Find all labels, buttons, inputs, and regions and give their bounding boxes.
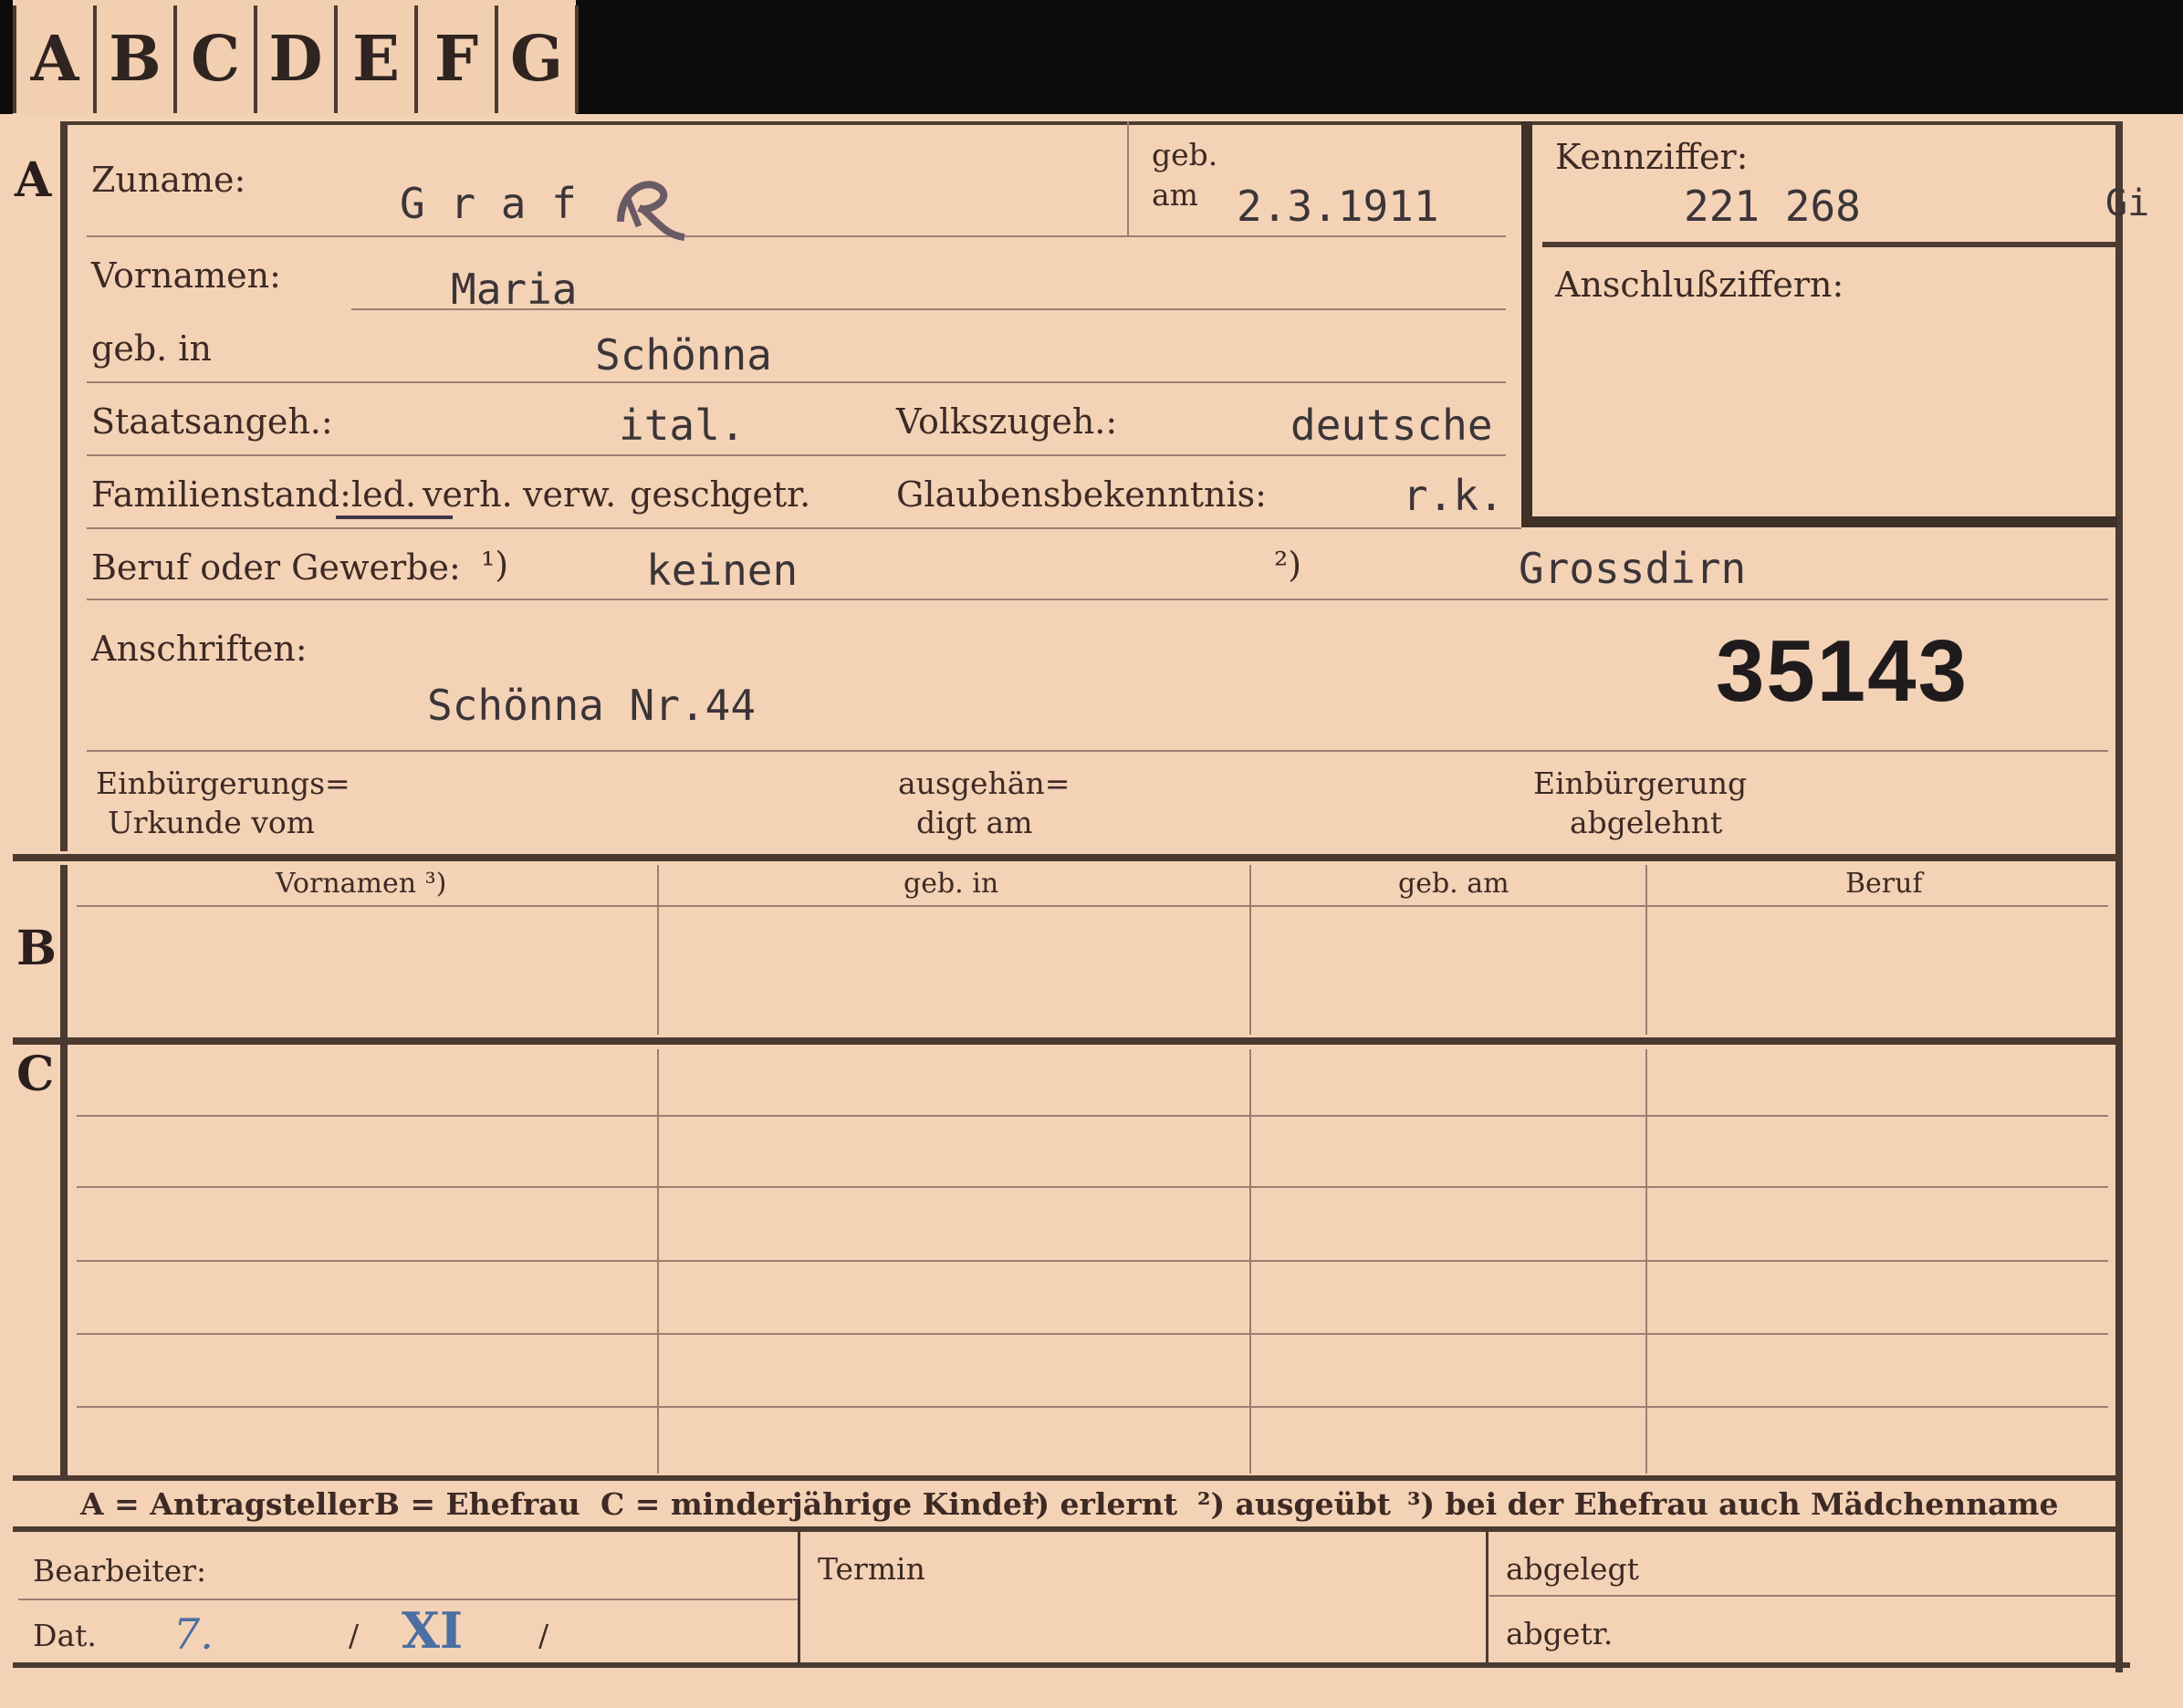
section-a-bottom bbox=[13, 854, 2121, 861]
col-line bbox=[1645, 865, 1647, 1035]
col-header-profession: Beruf bbox=[1845, 868, 1923, 900]
tab-e[interactable]: E bbox=[334, 5, 414, 113]
legend-applicant: A = Antragsteller bbox=[80, 1486, 374, 1522]
date-month: XI bbox=[402, 1601, 464, 1660]
col-line bbox=[1249, 865, 1251, 1035]
ethnicity-label: Volkszugeh.: bbox=[896, 401, 1118, 442]
col-header-firstnames: Vornamen ³) bbox=[276, 868, 447, 900]
footer-row-line bbox=[18, 1599, 798, 1600]
card-bottom bbox=[13, 1662, 2130, 1668]
case-number: 35143 bbox=[1716, 622, 1969, 720]
tab-d[interactable]: D bbox=[254, 5, 334, 113]
date-separator-2: / bbox=[538, 1618, 549, 1653]
address-label: Anschriften: bbox=[91, 629, 308, 669]
naturalization-denied-label-1: Einbürgerung bbox=[1533, 765, 1748, 801]
tab-c[interactable]: C bbox=[173, 5, 254, 113]
row-line bbox=[77, 1115, 2108, 1117]
section-c-letter: C bbox=[16, 1047, 55, 1102]
row-line bbox=[77, 1260, 2108, 1262]
row-line bbox=[77, 1333, 2108, 1335]
job-label: Beruf oder Gewerbe: bbox=[91, 547, 461, 588]
marital-label: Familienstand: bbox=[91, 474, 351, 515]
job-practised-value: Grossdirn bbox=[1519, 544, 1747, 593]
left-border-a bbox=[60, 121, 68, 851]
row-line bbox=[87, 454, 1506, 456]
religion-label: Glaubensbekenntnis: bbox=[896, 474, 1267, 515]
born-label-1: geb. bbox=[1152, 137, 1218, 172]
legend-children: C = minderjährige Kinder bbox=[601, 1486, 1039, 1522]
tab-b[interactable]: B bbox=[93, 5, 173, 113]
col-header-birthdate: geb. am bbox=[1398, 868, 1509, 900]
legend-wife: B = Ehefrau bbox=[374, 1486, 580, 1522]
row-line bbox=[87, 381, 1506, 383]
legend-practised: ²) ausgeübt bbox=[1197, 1486, 1391, 1522]
birthplace-label: geb. in bbox=[91, 328, 212, 369]
row-line bbox=[87, 235, 1506, 237]
firstname-label: Vornamen: bbox=[91, 255, 281, 296]
marital-selected-underline bbox=[336, 516, 453, 519]
section-a-letter: A bbox=[15, 152, 52, 208]
row-line bbox=[77, 1186, 2108, 1188]
footer-row-line bbox=[1489, 1595, 2115, 1597]
marital-option-led: led. bbox=[351, 474, 417, 515]
row-line bbox=[87, 750, 2108, 752]
job-learned-value: keinen bbox=[646, 546, 799, 595]
section-c-bottom bbox=[13, 1475, 2121, 1481]
firstname-value: Maria bbox=[451, 265, 578, 314]
handed-label-2: digt am bbox=[916, 805, 1033, 840]
reference-label: Kennziffer: bbox=[1555, 137, 1749, 177]
filed-label: abgelegt bbox=[1506, 1551, 1639, 1587]
deadline-label: Termin bbox=[818, 1551, 925, 1587]
citizenship-value: ital. bbox=[619, 401, 746, 450]
row-line bbox=[87, 527, 1521, 529]
birth-date-value: 2.3.1911 bbox=[1237, 182, 1439, 231]
birthplace-value: Schönna bbox=[595, 330, 772, 380]
row-line bbox=[77, 1406, 2108, 1408]
processor-label: Bearbeiter: bbox=[33, 1553, 207, 1588]
col-header-birthplace: geb. in bbox=[903, 868, 999, 900]
header-line bbox=[77, 905, 2108, 907]
tab-a[interactable]: A bbox=[13, 5, 93, 113]
reference-value: 221 268 bbox=[1684, 182, 1861, 231]
date-day: 7. bbox=[173, 1609, 214, 1659]
date-separator-1: / bbox=[349, 1618, 360, 1653]
handwritten-mark bbox=[617, 181, 685, 241]
footnote-2: ²) bbox=[1274, 545, 1302, 585]
marital-option-getr: getr. bbox=[730, 474, 811, 515]
address-value: Schönna Nr.44 bbox=[427, 681, 757, 730]
naturalization-cert-label-1: Einbürgerungs= bbox=[96, 765, 350, 801]
religion-value: r.k. bbox=[1403, 471, 1504, 520]
index-tabs: A B C D E F G bbox=[13, 0, 579, 115]
row-line bbox=[87, 599, 2108, 600]
surname-label: Zuname: bbox=[91, 160, 246, 200]
section-b-letter: B bbox=[16, 921, 57, 976]
surname-value: G r a f bbox=[400, 179, 577, 228]
naturalization-denied-label-2: abgelehnt bbox=[1570, 805, 1723, 840]
born-label-2: am bbox=[1152, 177, 1198, 213]
citizenship-label: Staatsangeh.: bbox=[91, 401, 333, 442]
legend-bottom bbox=[13, 1526, 2121, 1532]
birth-date-divider bbox=[1127, 121, 1129, 235]
reference-divider bbox=[1542, 242, 2115, 247]
ethnicity-value: deutsche bbox=[1290, 401, 1493, 450]
tab-f[interactable]: F bbox=[414, 5, 495, 113]
legend-maiden-name: ³) bei der Ehefrau auch Mädchenname bbox=[1407, 1486, 2059, 1522]
col-line bbox=[657, 865, 659, 1035]
connection-label: Anschlußziffern: bbox=[1555, 265, 1844, 305]
date-label: Dat. bbox=[33, 1618, 97, 1653]
marital-option-verw: verw. bbox=[523, 474, 617, 515]
left-border-bc bbox=[60, 865, 68, 1476]
separated-label: abgetr. bbox=[1506, 1616, 1614, 1651]
footer-col-line bbox=[798, 1532, 800, 1662]
tab-g[interactable]: G bbox=[495, 5, 579, 113]
side-mark: Gi bbox=[2105, 182, 2150, 224]
section-b-bottom bbox=[13, 1037, 2121, 1045]
footnote-1: ¹) bbox=[481, 545, 509, 585]
footer-col-line bbox=[1486, 1532, 1488, 1662]
marital-option-verh: verh. bbox=[423, 474, 513, 515]
handed-label-1: ausgehän= bbox=[898, 765, 1071, 801]
marital-option-gesch: gesch. bbox=[630, 474, 744, 515]
legend-learned: ¹) erlernt bbox=[1022, 1486, 1178, 1522]
naturalization-cert-label-2: Urkunde vom bbox=[108, 805, 316, 840]
